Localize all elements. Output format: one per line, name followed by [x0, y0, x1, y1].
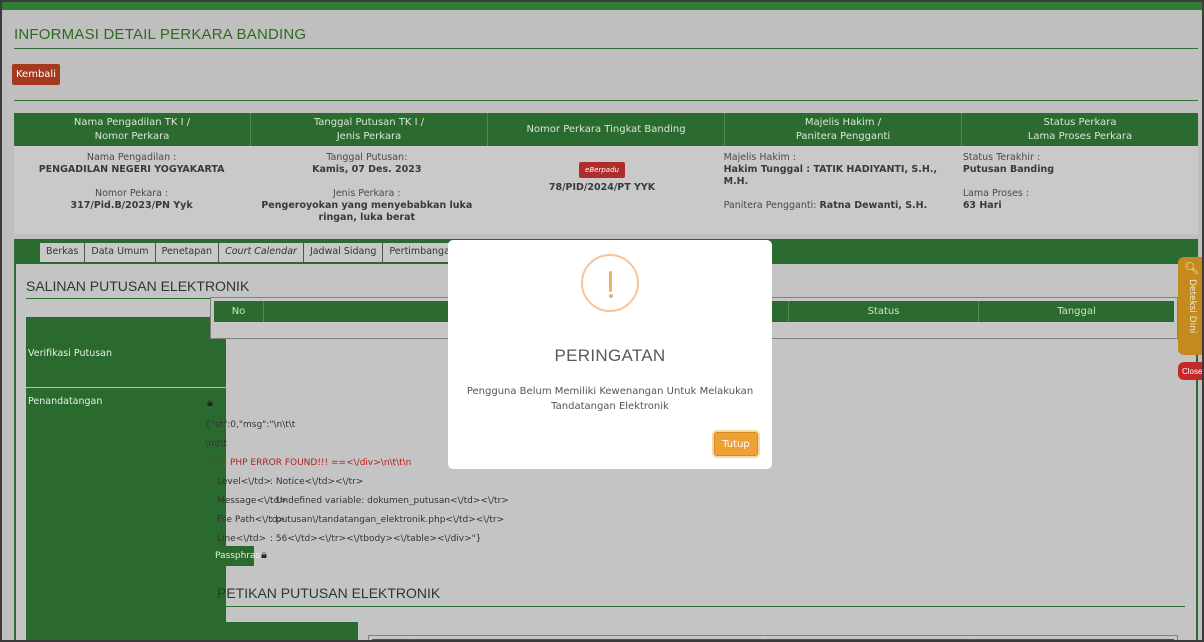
- tab-data-umum[interactable]: Data Umum: [85, 243, 156, 262]
- case-type-value: Pengeroyokan yang menyebabkan luka ringa…: [261, 200, 473, 223]
- header-status: Status Perkara Lama Proses Perkara: [962, 113, 1198, 146]
- decision-cell: Tanggal Putusan: Kamis, 07 Des. 2023 Jen…: [249, 148, 484, 234]
- header-court-line2: Nomor Perkara: [94, 130, 170, 142]
- side-item-penandatangan[interactable]: Penandatangan: [26, 396, 226, 407]
- petikan-side-menu: [212, 622, 358, 640]
- petikan-divider: [217, 606, 1185, 607]
- header-appeal-line1: Nomor Perkara Tingkat Banding: [526, 123, 686, 135]
- page-title: INFORMASI DETAIL PERKARA BANDING: [14, 26, 307, 43]
- widget-close-button[interactable]: Close: [1178, 362, 1202, 380]
- modal-message: Pengguna Belum Memiliki Kewenangan Untuk…: [466, 386, 754, 412]
- header-judges: Majelis Hakim / Panitera Pengganti: [725, 113, 962, 146]
- header-court: Nama Pengadilan TK I / Nomor Perkara: [14, 113, 251, 146]
- tab-court-calendar[interactable]: Court Calendar: [219, 243, 304, 262]
- passphrase-lock-icon: 🔒︎: [261, 548, 267, 561]
- case-summary-table: Nama Pengadilan TK I / Nomor Perkara Tan…: [14, 113, 1198, 234]
- lock-icon: 🔒︎: [207, 396, 213, 409]
- duration-label: Lama Proses :: [962, 188, 1030, 199]
- status-value: Putusan Banding: [962, 164, 1055, 175]
- court-label: Nama Pengadilan :: [86, 152, 177, 163]
- header-status-line1: Status Perkara: [1043, 116, 1117, 128]
- case-number-value: 317/Pid.B/2023/PN Yyk: [70, 200, 193, 211]
- widget-label: Deteksi Dini: [1187, 279, 1197, 334]
- modal-title: PERINGATAN: [554, 346, 666, 365]
- eberpadu-badge: eBerpadu: [579, 162, 625, 178]
- case-number-label: Nomor Pekara :: [94, 188, 169, 199]
- error-level-value: : Notice<\/td><\/tr>: [270, 477, 364, 487]
- appeal-number-value: 78/PID/2024/PT YYK: [548, 182, 656, 193]
- error-level-key: Level<\/td>: [217, 477, 272, 487]
- judges-label: Majelis Hakim :: [723, 152, 796, 163]
- header-status-line2: Lama Proses Perkara: [1027, 130, 1133, 142]
- side-menu: Verifikasi Putusan Penandatangan: [26, 317, 226, 640]
- col-tanggal: Tanggal: [1057, 306, 1096, 317]
- clerk-label: Panitera Pengganti:: [723, 200, 817, 211]
- decision-date-label: Tanggal Putusan:: [326, 152, 408, 163]
- side-divider: [26, 387, 226, 388]
- top-strip: [2, 2, 1202, 10]
- clerk-value: Ratna Dewanti, S.H.: [819, 200, 928, 211]
- tab-penetapan[interactable]: Penetapan: [156, 243, 220, 262]
- header-decision-date: Tanggal Putusan TK I / Jenis Perkara: [251, 113, 488, 146]
- side-item-verifikasi[interactable]: Verifikasi Putusan: [26, 348, 226, 359]
- col-no: No: [214, 301, 264, 322]
- header-judges-line2: Panitera Pengganti: [795, 130, 891, 142]
- petikan-title: PETIKAN PUTUSAN ELEKTRONIK: [217, 585, 441, 601]
- deteksi-dini-widget[interactable]: 🔍︎ Deteksi Dini: [1178, 257, 1202, 355]
- header-divider: [14, 100, 1198, 101]
- browser-frame: INFORMASI DETAIL PERKARA BANDING Kembali…: [0, 0, 1204, 642]
- court-value: PENGADILAN NEGERI YOGYAKARTA: [38, 164, 225, 175]
- court-cell: Nama Pengadilan : PENGADILAN NEGERI YOGY…: [14, 148, 249, 234]
- header-date-line1: Tanggal Putusan TK I /: [313, 116, 425, 128]
- header-date-line2: Jenis Perkara: [336, 130, 402, 142]
- case-type-label: Jenis Perkara :: [333, 188, 401, 199]
- duration-value: 63 Hari: [962, 200, 1002, 211]
- error-message-value: : Undefined variable: dokumen_putusan<\/…: [270, 496, 509, 506]
- case-table-header: Nama Pengadilan TK I / Nomor Perkara Tan…: [14, 113, 1198, 146]
- petikan-table: No N St T: [368, 635, 1178, 640]
- judges-cell: Majelis Hakim : Hakim Tunggal : TATIK HA…: [720, 148, 959, 234]
- error-path-value: : putusan\/tandatangan_elektronik.php<\/…: [270, 515, 505, 525]
- tab-berkas[interactable]: Berkas: [40, 243, 86, 262]
- error-message-key: Message<\/td>: [217, 496, 287, 506]
- warning-modal: PERINGATAN Pengguna Belum Memiliki Kewen…: [448, 240, 772, 469]
- error-line-value: : 56<\/td><\/tr><\/tbody><\/table><\/div…: [270, 534, 482, 544]
- back-button[interactable]: Kembali: [12, 64, 60, 85]
- exclamation-icon: [581, 254, 639, 312]
- header-court-line1: Nama Pengadilan TK I /: [73, 116, 191, 128]
- header-appeal-number: Nomor Perkara Tingkat Banding: [488, 113, 725, 146]
- status-label: Status Terakhir :: [962, 152, 1041, 163]
- header-judges-line1: Majelis Hakim /: [804, 116, 882, 128]
- salinan-title: SALINAN PUTUSAN ELEKTRONIK: [26, 278, 250, 294]
- appeal-cell: eBerpadu 78/PID/2024/PT YYK: [484, 148, 719, 234]
- error-path-key: File Path<\/td>: [217, 515, 286, 525]
- passphrase-label: Passphrase: [212, 546, 266, 566]
- tab-list: Berkas Data Umum Penetapan Court Calenda…: [40, 243, 516, 262]
- tab-jadwal-sidang[interactable]: Jadwal Sidang: [304, 243, 384, 262]
- judges-value: Hakim Tunggal : TATIK HADIYANTI, S.H., M…: [723, 164, 937, 187]
- search-icon: 🔍︎: [1184, 261, 1200, 275]
- title-divider: [14, 48, 1198, 49]
- decision-date-value: Kamis, 07 Des. 2023: [312, 164, 422, 175]
- close-modal-button[interactable]: Tutup: [714, 432, 758, 456]
- col-status: Status: [789, 301, 979, 322]
- status-cell: Status Terakhir : Putusan Banding Lama P…: [959, 148, 1198, 234]
- case-table-body: Nama Pengadilan : PENGADILAN NEGERI YOGY…: [14, 148, 1198, 234]
